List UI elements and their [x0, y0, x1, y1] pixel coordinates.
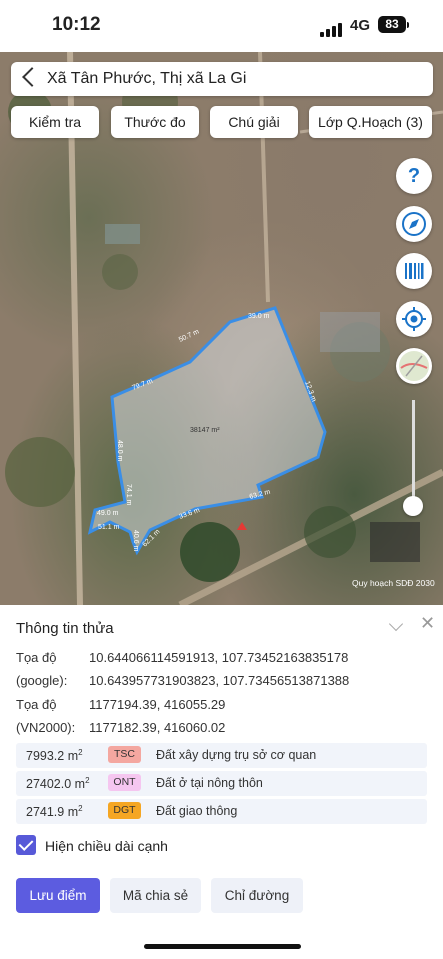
status-time: 10:12	[52, 14, 101, 35]
edge-label: 48.0 m	[116, 440, 123, 462]
land-use-description: Đất ở tại nông thôn	[156, 776, 263, 790]
map-marker-icon	[237, 522, 247, 530]
coord-label: Tọa độ	[16, 697, 57, 712]
chevron-down-icon[interactable]	[388, 616, 404, 632]
coord-label: (google):	[16, 673, 68, 688]
edge-label: 40.6 m	[132, 530, 139, 552]
barcode-button[interactable]	[396, 253, 432, 289]
panel-title: Thông tin thửa	[16, 620, 114, 637]
show-edge-length-label[interactable]: Hiện chiều dài cạnh	[45, 838, 168, 854]
edge-label: 50.7 m	[178, 328, 201, 343]
parcel-area-label: 38147 m²	[190, 427, 220, 434]
battery-icon: 83	[378, 16, 406, 33]
land-use-code-badge: TSC	[108, 746, 141, 763]
coord-value: 1177194.39, 416055.29	[89, 697, 226, 712]
locate-button[interactable]	[396, 301, 432, 337]
land-use-description: Đất giao thông	[156, 804, 238, 818]
land-use-area: 2741.9 m2	[26, 804, 83, 820]
edge-label: 74.1 m	[125, 484, 132, 506]
coord-value: 10.643957731903823, 107.73456513871388	[89, 673, 350, 688]
show-edge-length-checkbox[interactable]	[16, 835, 36, 855]
location-search-bar[interactable]: Xã Tân Phước, Thị xã La Gi	[11, 62, 433, 96]
land-use-area: 27402.0 m2	[26, 776, 90, 792]
chip-kiem-tra[interactable]: Kiểm tra	[11, 106, 99, 138]
chip-lop-quy-hoach[interactable]: Lớp Q.Hoạch (3)	[309, 106, 432, 138]
coord-label: (VN2000):	[16, 720, 76, 735]
map-layer-button[interactable]	[396, 348, 432, 384]
compass-button[interactable]	[396, 206, 432, 242]
help-button[interactable]: ?	[396, 158, 432, 194]
battery-tip	[407, 22, 409, 28]
back-arrow-icon[interactable]	[22, 67, 42, 87]
land-use-row: 7993.2 m2 TSC Đất xây dựng trụ sở cơ qua…	[16, 743, 427, 768]
map-layer-icon	[399, 351, 429, 381]
edge-label: 39.0 m	[248, 313, 270, 320]
map-attribution: Quy hoạch SDĐ 2030	[352, 578, 435, 588]
opacity-slider-handle[interactable]	[403, 496, 423, 516]
status-bar: 10:12 4G 83	[0, 0, 443, 52]
signal-icon	[320, 19, 344, 37]
land-use-area: 7993.2 m2	[26, 748, 83, 764]
edge-label: 51.1 m	[98, 524, 120, 531]
parcel-info-panel: Thông tin thửa ✕ Tọa độ 10.6440661145919…	[0, 605, 443, 959]
land-use-code-badge: ONT	[108, 774, 141, 791]
land-use-row: 27402.0 m2 ONT Đất ở tại nông thôn	[16, 771, 427, 796]
coord-label: Tọa độ	[16, 650, 57, 665]
compass-icon	[402, 212, 426, 236]
directions-button[interactable]: Chỉ đường	[211, 878, 303, 913]
locate-icon	[402, 307, 426, 331]
chip-chu-giai[interactable]: Chú giải	[210, 106, 298, 138]
edge-label: 49.0 m	[97, 510, 119, 517]
home-indicator[interactable]	[144, 944, 301, 949]
share-code-button[interactable]: Mã chia sẻ	[110, 878, 201, 913]
land-use-code-badge: DGT	[108, 802, 141, 819]
close-icon[interactable]: ✕	[420, 613, 435, 634]
land-use-description: Đất xây dựng trụ sở cơ quan	[156, 748, 317, 762]
location-title: Xã Tân Phước, Thị xã La Gi	[47, 70, 247, 87]
barcode-icon	[405, 263, 424, 279]
network-label: 4G	[350, 17, 371, 34]
help-icon: ?	[407, 165, 421, 187]
land-use-row: 2741.9 m2 DGT Đất giao thông	[16, 799, 427, 824]
save-point-button[interactable]: Lưu điểm	[16, 878, 100, 913]
coord-value: 10.644066114591913, 107.73452163835178	[89, 650, 349, 665]
opacity-slider-track[interactable]	[412, 400, 415, 505]
coord-value: 1177182.39, 416060.02	[89, 720, 226, 735]
chip-thuoc-do[interactable]: Thước đo	[111, 106, 199, 138]
